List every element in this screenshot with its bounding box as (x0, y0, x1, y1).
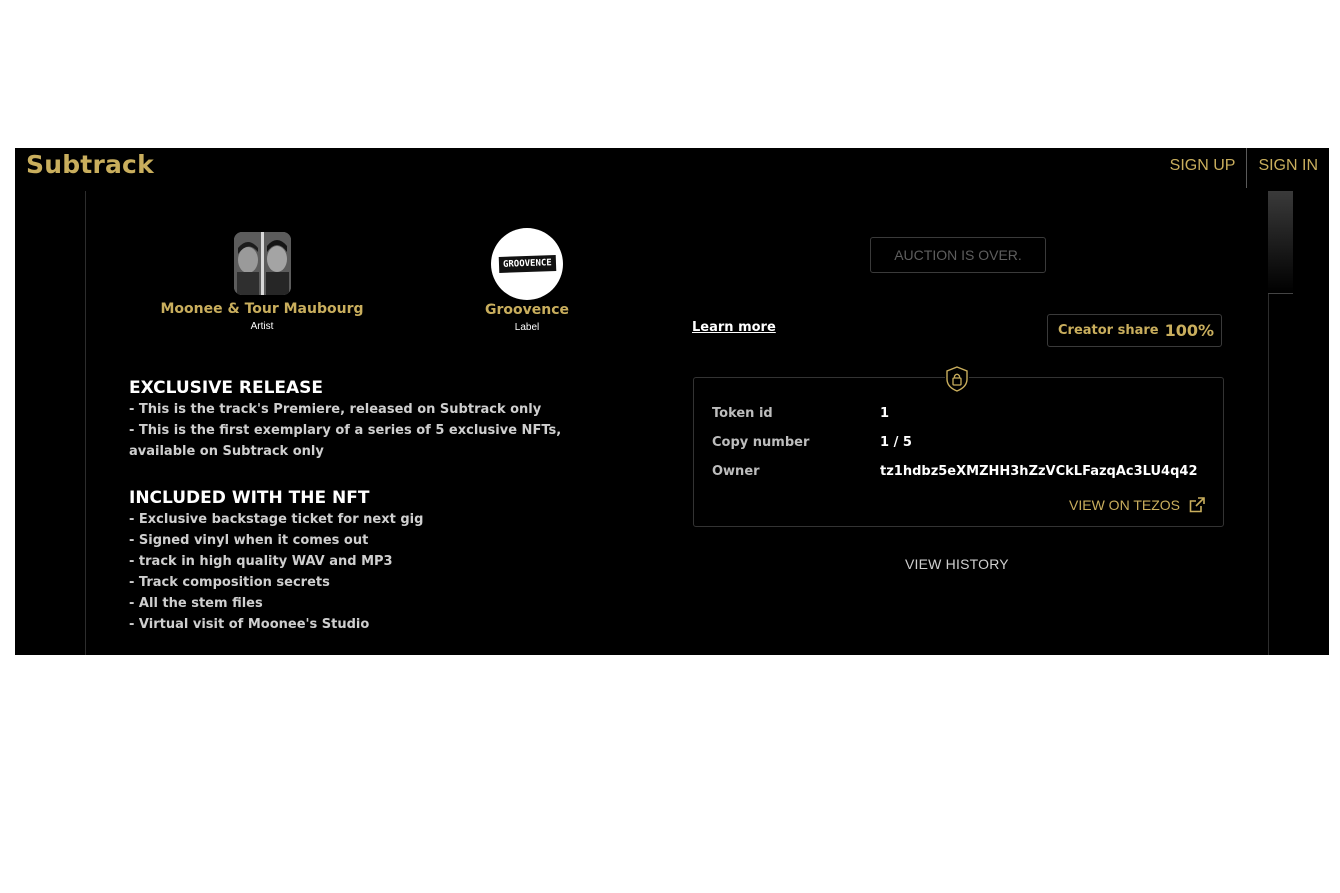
included-line: - All the stem files (129, 596, 263, 611)
external-link-icon (1189, 497, 1205, 513)
learn-more-link[interactable]: Learn more (692, 320, 776, 335)
exclusive-line: - This is the first exemplary of a serie… (129, 423, 562, 438)
sign-up-button[interactable]: SIGN UP (1159, 148, 1247, 188)
view-on-tezos-link[interactable]: VIEW ON TEZOS (1069, 497, 1205, 513)
creator-share-badge: Creator share 100% (1047, 314, 1223, 347)
label-avatar[interactable]: GROOVENCE (491, 228, 563, 300)
included-line: - track in high quality WAV and MP3 (129, 554, 393, 569)
sign-in-button[interactable]: SIGN IN (1247, 148, 1329, 188)
included-line: - Virtual visit of Moonee's Studio (129, 617, 370, 632)
artist-profile[interactable]: Moonee & Tour Maubourg Artist (155, 232, 369, 332)
artist-avatar[interactable] (233, 232, 291, 295)
label-profile[interactable]: GROOVENCE Groovence Label (467, 228, 587, 333)
artist-role: Artist (250, 321, 274, 332)
included-section: INCLUDED WITH THE NFT - Exclusive backst… (129, 487, 599, 635)
scrollbar-thumb[interactable] (1268, 191, 1293, 294)
included-line: - Track composition secrets (129, 575, 330, 590)
exclusive-release-title: EXCLUSIVE RELEASE (129, 378, 324, 398)
copy-number-value: 1 / 5 (880, 435, 912, 450)
included-line: - Exclusive backstage ticket for next gi… (129, 512, 424, 527)
token-id-label: Token id (712, 406, 773, 421)
owner-label: Owner (712, 464, 760, 479)
lock-shield-icon (945, 366, 969, 392)
artist-name[interactable]: Moonee & Tour Maubourg (155, 301, 369, 317)
exclusive-line: - This is the track's Premiere, released… (129, 402, 542, 417)
label-logo: GROOVENCE (498, 255, 556, 273)
owner-value[interactable]: tz1hdbz5eXMZHH3hZzVCkLFazqAc3LU4q42 (880, 464, 1213, 479)
top-nav: SIGN UP SIGN IN (1159, 148, 1329, 188)
token-info-box: Token id 1 Copy number 1 / 5 Owner tz1hd… (693, 377, 1224, 527)
view-history-button[interactable]: VIEW HISTORY (905, 556, 1009, 572)
exclusive-release-section: EXCLUSIVE RELEASE - This is the track's … (129, 377, 599, 462)
app-window: Subtrack SIGN UP SIGN IN Moonee & Tour M… (15, 148, 1329, 655)
included-title: INCLUDED WITH THE NFT (129, 488, 370, 508)
artist-photo-icon (233, 232, 291, 295)
brand-logo[interactable]: Subtrack (26, 149, 154, 181)
included-line: - Signed vinyl when it comes out (129, 533, 369, 548)
auction-status-button[interactable]: AUCTION IS OVER. (870, 237, 1046, 273)
token-id-value: 1 (880, 406, 890, 421)
label-role: Label (514, 322, 540, 333)
exclusive-line: available on Subtrack only (129, 444, 324, 459)
view-on-tezos-label: VIEW ON TEZOS (1069, 497, 1180, 513)
creator-share-value: 100% (1164, 321, 1215, 340)
copy-number-label: Copy number (712, 435, 810, 450)
label-name[interactable]: Groovence (467, 302, 587, 318)
panel-divider-left (85, 191, 86, 655)
creator-share-label: Creator share (1058, 323, 1159, 338)
